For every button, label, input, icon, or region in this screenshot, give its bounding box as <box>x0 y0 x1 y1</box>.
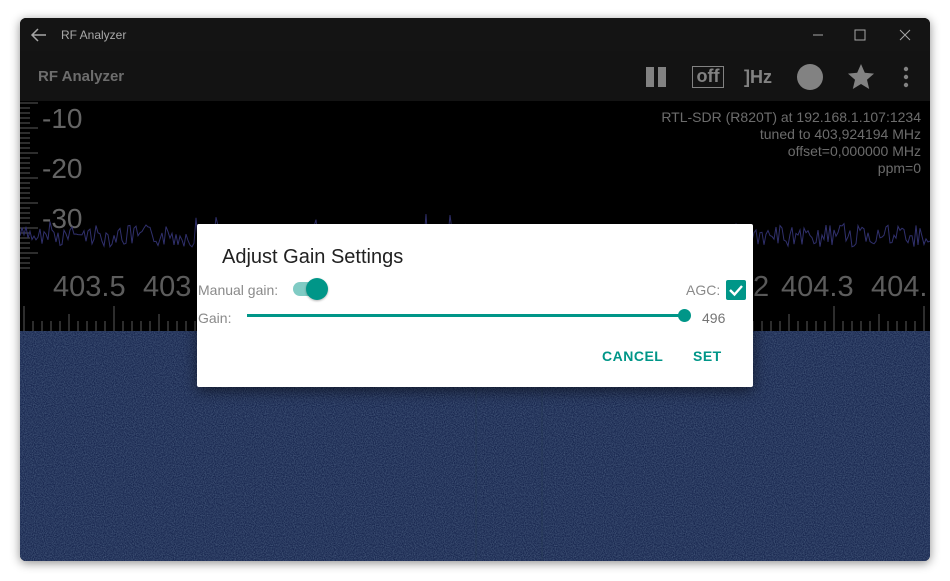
agc-label: AGC: <box>686 282 721 298</box>
app-window: RF Analyzer RF Analyzer off ]Hz -10 -20 … <box>20 18 930 561</box>
manual-gain-switch[interactable] <box>306 278 328 300</box>
manual-gain-label: Manual gain: <box>198 282 279 298</box>
cancel-button[interactable]: CANCEL <box>602 348 663 364</box>
set-button[interactable]: SET <box>693 348 722 364</box>
dialog-title: Adjust Gain Settings <box>222 246 404 268</box>
gain-label: Gain: <box>198 310 232 326</box>
gain-value: 496 <box>702 310 726 326</box>
gain-settings-dialog: Adjust Gain Settings Manual gain: AGC: G… <box>197 224 753 387</box>
check-icon <box>729 285 743 297</box>
gain-slider-thumb[interactable] <box>678 309 691 322</box>
agc-checkbox[interactable] <box>726 280 746 300</box>
gain-slider-track[interactable] <box>247 314 685 317</box>
